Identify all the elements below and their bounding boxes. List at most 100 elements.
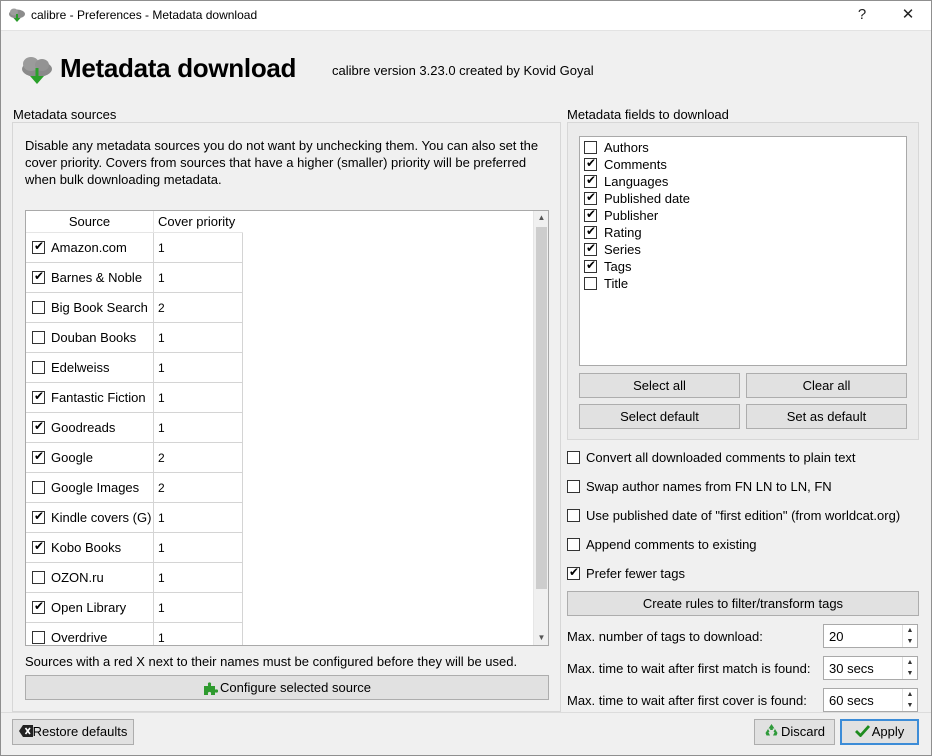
- source-checkbox[interactable]: [32, 481, 45, 494]
- clear-all-button[interactable]: Clear all: [746, 373, 907, 398]
- source-cell[interactable]: OZON.ru: [26, 563, 154, 593]
- source-cell[interactable]: Douban Books: [26, 323, 154, 353]
- spin-up-arrow-icon[interactable]: ▲: [902, 657, 917, 668]
- spin-down-arrow-icon[interactable]: ▼: [902, 668, 917, 679]
- cover-priority-cell[interactable]: 2: [154, 293, 243, 323]
- source-cell[interactable]: Big Book Search: [26, 293, 154, 323]
- spin-up-arrow-icon[interactable]: ▲: [902, 689, 917, 700]
- cover-priority-cell[interactable]: 1: [154, 533, 243, 563]
- source-checkbox[interactable]: [32, 571, 45, 584]
- source-cell[interactable]: Edelweiss: [26, 353, 154, 383]
- spin-down-arrow-icon[interactable]: ▼: [902, 636, 917, 647]
- table-row[interactable]: Barnes & Noble 1: [26, 263, 243, 293]
- table-row[interactable]: Open Library 1: [26, 593, 243, 623]
- cover-priority-cell[interactable]: 1: [154, 323, 243, 353]
- fields-list[interactable]: Authors Comments Languages Published date Pu…: [579, 136, 907, 366]
- source-checkbox[interactable]: [32, 449, 45, 464]
- option-checkbox[interactable]: [567, 565, 580, 580]
- cover-priority-cell[interactable]: 1: [154, 623, 243, 645]
- source-checkbox[interactable]: [32, 239, 45, 254]
- scroll-up-arrow-icon[interactable]: ▲: [534, 211, 549, 225]
- source-cell[interactable]: Goodreads: [26, 413, 154, 443]
- source-cell[interactable]: Kobo Books: [26, 533, 154, 563]
- table-scrollbar[interactable]: ▲ ▼: [533, 211, 548, 645]
- select-default-button[interactable]: Select default: [579, 404, 740, 429]
- cover-priority-cell[interactable]: 1: [154, 263, 243, 293]
- source-checkbox[interactable]: [32, 599, 45, 614]
- source-checkbox[interactable]: [32, 389, 45, 404]
- option-checkbox[interactable]: [567, 509, 580, 522]
- spinner-input[interactable]: 30 secs ▲ ▼: [823, 656, 918, 680]
- spin-down-arrow-icon[interactable]: ▼: [902, 700, 917, 711]
- source-checkbox[interactable]: [32, 301, 45, 314]
- table-row[interactable]: Edelweiss 1: [26, 353, 243, 383]
- close-button[interactable]: ✕: [885, 0, 931, 31]
- cover-priority-cell[interactable]: 1: [154, 413, 243, 443]
- cover-priority-cell[interactable]: 1: [154, 353, 243, 383]
- option-checkbox[interactable]: [567, 538, 580, 551]
- source-name: Goodreads: [51, 420, 116, 435]
- field-checkbox[interactable]: [584, 173, 597, 188]
- scroll-down-arrow-icon[interactable]: ▼: [534, 631, 549, 645]
- field-checkbox[interactable]: [584, 141, 597, 154]
- source-checkbox[interactable]: [32, 269, 45, 284]
- field-label: Publisher: [604, 208, 659, 223]
- configure-source-button[interactable]: Configure selected source: [25, 675, 549, 700]
- field-checkbox[interactable]: [584, 224, 597, 239]
- source-checkbox[interactable]: [32, 631, 45, 644]
- table-row[interactable]: Kobo Books 1: [26, 533, 243, 563]
- source-checkbox[interactable]: [32, 331, 45, 344]
- source-cell[interactable]: Kindle covers (G): [26, 503, 154, 533]
- restore-defaults-button[interactable]: Restore defaults: [12, 719, 134, 745]
- table-row[interactable]: Amazon.com 1: [26, 233, 243, 263]
- field-checkbox[interactable]: [584, 190, 597, 205]
- option-checkbox[interactable]: [567, 480, 580, 493]
- set-as-default-button[interactable]: Set as default: [746, 404, 907, 429]
- source-cell[interactable]: Open Library: [26, 593, 154, 623]
- source-cell[interactable]: Fantastic Fiction: [26, 383, 154, 413]
- cover-priority-cell[interactable]: 1: [154, 503, 243, 533]
- field-checkbox[interactable]: [584, 207, 597, 222]
- column-header-cover-priority[interactable]: Cover priority: [154, 211, 243, 233]
- source-cell[interactable]: Google Images: [26, 473, 154, 503]
- cover-priority-cell[interactable]: 2: [154, 443, 243, 473]
- source-cell[interactable]: Overdrive: [26, 623, 154, 645]
- field-checkbox[interactable]: [584, 241, 597, 256]
- discard-button[interactable]: Discard: [754, 719, 835, 745]
- source-checkbox[interactable]: [32, 509, 45, 524]
- table-row[interactable]: Big Book Search 2: [26, 293, 243, 323]
- cover-priority-cell[interactable]: 1: [154, 593, 243, 623]
- field-checkbox[interactable]: [584, 258, 597, 273]
- table-row[interactable]: Douban Books 1: [26, 323, 243, 353]
- cover-priority-cell[interactable]: 1: [154, 383, 243, 413]
- table-row[interactable]: Kindle covers (G)1: [26, 503, 243, 533]
- table-row[interactable]: Google Images 2: [26, 473, 243, 503]
- table-row[interactable]: Goodreads 1: [26, 413, 243, 443]
- table-row[interactable]: OZON.ru 1: [26, 563, 243, 593]
- spinner-input[interactable]: 20 ▲ ▼: [823, 624, 918, 648]
- create-rules-button[interactable]: Create rules to filter/transform tags: [567, 591, 919, 616]
- table-row[interactable]: Google 2: [26, 443, 243, 473]
- source-checkbox[interactable]: [32, 361, 45, 374]
- field-checkbox[interactable]: [584, 156, 597, 171]
- source-cell[interactable]: Amazon.com: [26, 233, 154, 263]
- column-header-source[interactable]: Source: [26, 211, 154, 233]
- option-checkbox[interactable]: [567, 451, 580, 464]
- cover-priority-cell[interactable]: 1: [154, 563, 243, 593]
- table-row[interactable]: Fantastic Fiction 1: [26, 383, 243, 413]
- table-row[interactable]: Overdrive 1: [26, 623, 243, 645]
- cover-priority-cell[interactable]: 2: [154, 473, 243, 503]
- source-cell[interactable]: Google: [26, 443, 154, 473]
- source-checkbox[interactable]: [32, 419, 45, 434]
- sources-table[interactable]: Source Cover priority Amazon.com1Barnes …: [25, 210, 549, 646]
- select-all-button[interactable]: Select all: [579, 373, 740, 398]
- cover-priority-cell[interactable]: 1: [154, 233, 243, 263]
- spin-up-arrow-icon[interactable]: ▲: [902, 625, 917, 636]
- spinner-input[interactable]: 60 secs ▲ ▼: [823, 688, 918, 712]
- source-cell[interactable]: Barnes & Noble: [26, 263, 154, 293]
- scrollbar-thumb[interactable]: [536, 227, 547, 589]
- field-checkbox[interactable]: [584, 277, 597, 290]
- apply-button[interactable]: Apply: [840, 719, 919, 745]
- help-button[interactable]: ?: [839, 0, 885, 31]
- source-checkbox[interactable]: [32, 539, 45, 554]
